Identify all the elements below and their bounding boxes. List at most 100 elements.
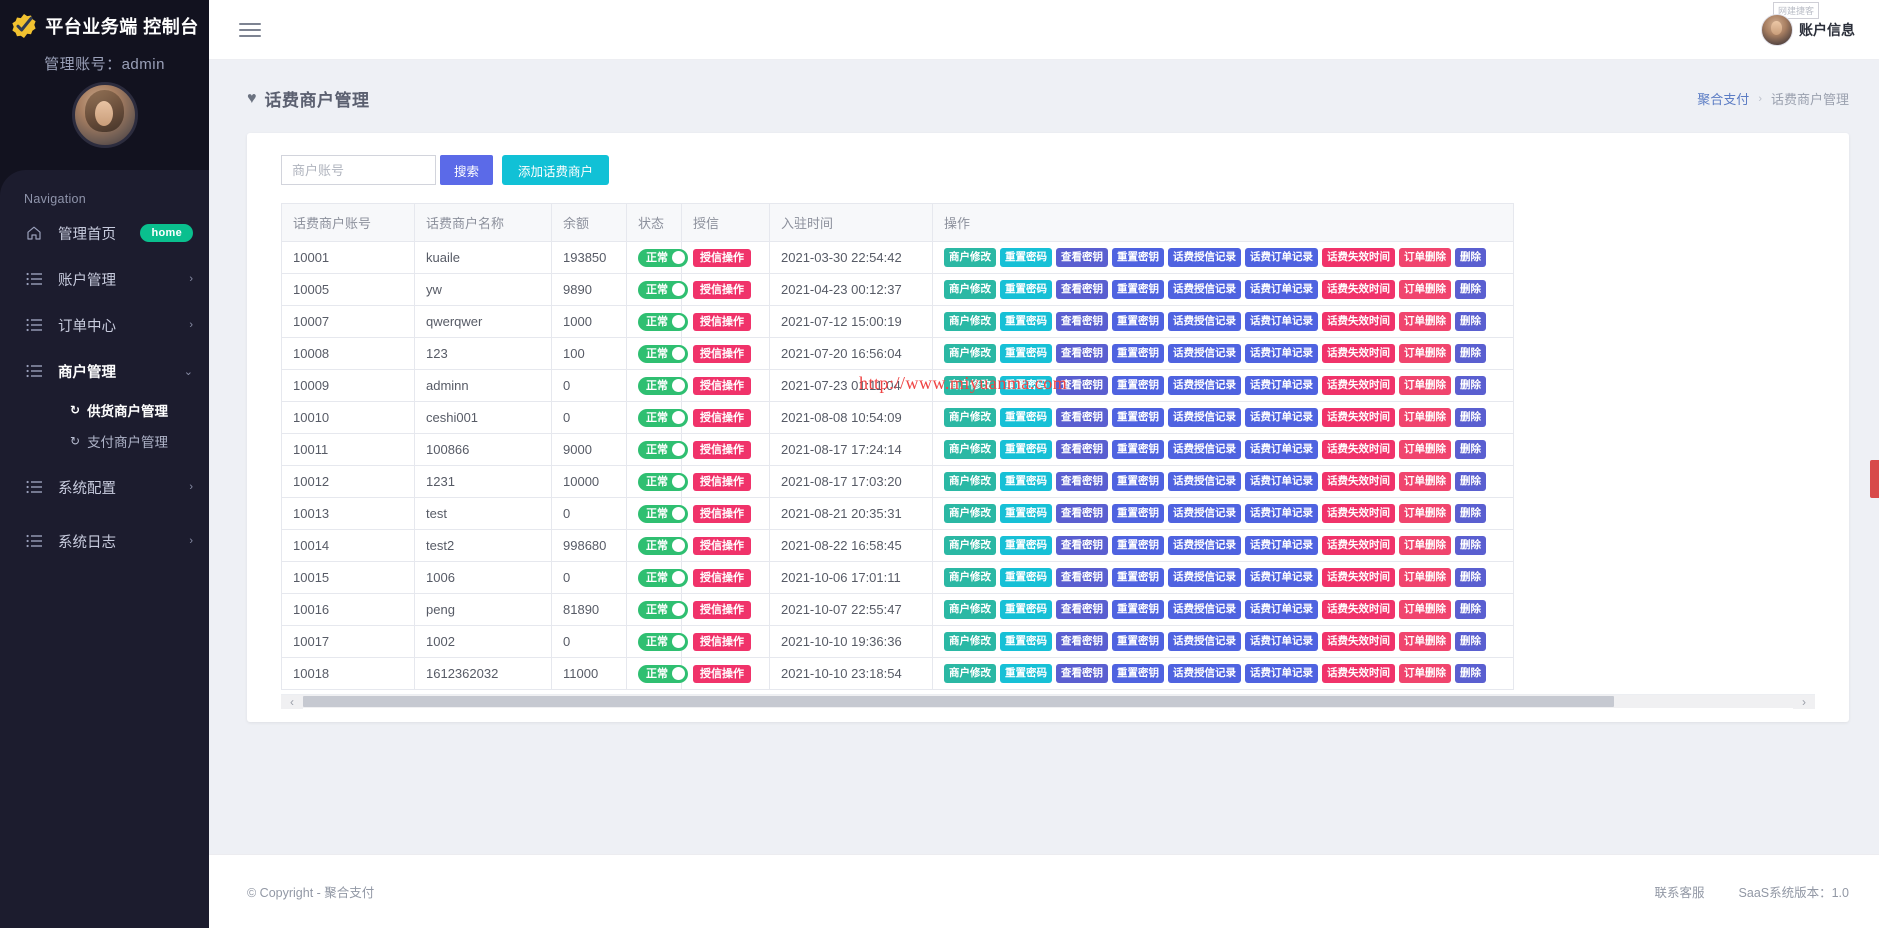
action-button[interactable]: 重置密钥 — [1112, 536, 1164, 555]
action-button[interactable]: 话费失效时间 — [1322, 536, 1395, 555]
action-button[interactable]: 订单删除 — [1399, 664, 1451, 683]
credit-action-button[interactable]: 授信操作 — [693, 280, 751, 299]
action-button[interactable]: 删除 — [1455, 312, 1486, 331]
credit-action-button[interactable]: 授信操作 — [693, 536, 751, 555]
action-button[interactable]: 订单删除 — [1399, 440, 1451, 459]
action-button[interactable]: 商户修改 — [944, 280, 996, 299]
action-button[interactable]: 删除 — [1455, 600, 1486, 619]
credit-action-button[interactable]: 授信操作 — [693, 600, 751, 619]
action-button[interactable]: 删除 — [1455, 472, 1486, 491]
action-button[interactable]: 重置密码 — [1000, 312, 1052, 331]
action-button[interactable]: 话费失效时间 — [1322, 664, 1395, 683]
action-button[interactable]: 商户修改 — [944, 408, 996, 427]
action-button[interactable]: 话费订单记录 — [1245, 472, 1318, 491]
status-badge[interactable]: 正常 — [638, 632, 688, 651]
action-button[interactable]: 订单删除 — [1399, 600, 1451, 619]
action-button[interactable]: 话费授信记录 — [1168, 472, 1241, 491]
action-button[interactable]: 重置密码 — [1000, 568, 1052, 587]
action-button[interactable]: 话费授信记录 — [1168, 408, 1241, 427]
action-button[interactable]: 商户修改 — [944, 664, 996, 683]
action-button[interactable]: 话费订单记录 — [1245, 600, 1318, 619]
action-button[interactable]: 删除 — [1455, 504, 1486, 523]
action-button[interactable]: 重置密钥 — [1112, 440, 1164, 459]
action-button[interactable]: 重置密钥 — [1112, 312, 1164, 331]
action-button[interactable]: 商户修改 — [944, 504, 996, 523]
action-button[interactable]: 话费授信记录 — [1168, 312, 1241, 331]
status-badge[interactable]: 正常 — [638, 280, 688, 299]
search-button[interactable]: 搜索 — [440, 155, 494, 185]
action-button[interactable]: 删除 — [1455, 408, 1486, 427]
status-badge[interactable]: 正常 — [638, 504, 688, 523]
action-button[interactable]: 话费授信记录 — [1168, 376, 1241, 395]
action-button[interactable]: 查看密钥 — [1056, 536, 1108, 555]
action-button[interactable]: 话费授信记录 — [1168, 568, 1241, 587]
action-button[interactable]: 话费失效时间 — [1322, 376, 1395, 395]
action-button[interactable]: 商户修改 — [944, 440, 996, 459]
scroll-right-arrow-icon[interactable]: › — [1793, 694, 1815, 709]
action-button[interactable]: 商户修改 — [944, 536, 996, 555]
action-button[interactable]: 商户修改 — [944, 376, 996, 395]
action-button[interactable]: 重置密钥 — [1112, 504, 1164, 523]
action-button[interactable]: 重置密码 — [1000, 632, 1052, 651]
action-button[interactable]: 话费订单记录 — [1245, 280, 1318, 299]
scroll-left-arrow-icon[interactable]: ‹ — [281, 694, 303, 709]
action-button[interactable]: 重置密钥 — [1112, 472, 1164, 491]
action-button[interactable]: 重置密码 — [1000, 344, 1052, 363]
action-button[interactable]: 话费失效时间 — [1322, 408, 1395, 427]
credit-action-button[interactable]: 授信操作 — [693, 248, 751, 267]
action-button[interactable]: 商户修改 — [944, 568, 996, 587]
action-button[interactable]: 查看密钥 — [1056, 248, 1108, 267]
action-button[interactable]: 话费订单记录 — [1245, 312, 1318, 331]
action-button[interactable]: 删除 — [1455, 280, 1486, 299]
action-button[interactable]: 订单删除 — [1399, 248, 1451, 267]
action-button[interactable]: 话费订单记录 — [1245, 504, 1318, 523]
action-button[interactable]: 话费授信记录 — [1168, 440, 1241, 459]
action-button[interactable]: 话费失效时间 — [1322, 312, 1395, 331]
horizontal-scrollbar[interactable]: ‹ › — [281, 694, 1815, 709]
action-button[interactable]: 删除 — [1455, 440, 1486, 459]
action-button[interactable]: 话费授信记录 — [1168, 664, 1241, 683]
credit-action-button[interactable]: 授信操作 — [693, 568, 751, 587]
action-button[interactable]: 重置密码 — [1000, 408, 1052, 427]
status-badge[interactable]: 正常 — [638, 376, 688, 395]
status-badge[interactable]: 正常 — [638, 536, 688, 555]
action-button[interactable]: 重置密钥 — [1112, 600, 1164, 619]
action-button[interactable]: 话费订单记录 — [1245, 664, 1318, 683]
action-button[interactable]: 话费订单记录 — [1245, 440, 1318, 459]
action-button[interactable]: 话费失效时间 — [1322, 632, 1395, 651]
action-button[interactable]: 重置密码 — [1000, 376, 1052, 395]
status-badge[interactable]: 正常 — [638, 472, 688, 491]
action-button[interactable]: 查看密钥 — [1056, 600, 1108, 619]
action-button[interactable]: 话费订单记录 — [1245, 344, 1318, 363]
action-button[interactable]: 查看密钥 — [1056, 664, 1108, 683]
action-button[interactable]: 查看密钥 — [1056, 568, 1108, 587]
credit-action-button[interactable]: 授信操作 — [693, 664, 751, 683]
sidebar-item-home[interactable]: 管理首页 home — [0, 210, 209, 256]
action-button[interactable]: 重置密码 — [1000, 664, 1052, 683]
status-badge[interactable]: 正常 — [638, 568, 688, 587]
action-button[interactable]: 话费失效时间 — [1322, 280, 1395, 299]
status-badge[interactable]: 正常 — [638, 600, 688, 619]
action-button[interactable]: 删除 — [1455, 536, 1486, 555]
action-button[interactable]: 查看密钥 — [1056, 344, 1108, 363]
action-button[interactable]: 话费订单记录 — [1245, 376, 1318, 395]
action-button[interactable]: 重置密钥 — [1112, 376, 1164, 395]
action-button[interactable]: 订单删除 — [1399, 312, 1451, 331]
action-button[interactable]: 话费失效时间 — [1322, 504, 1395, 523]
action-button[interactable]: 重置密码 — [1000, 248, 1052, 267]
action-button[interactable]: 订单删除 — [1399, 408, 1451, 427]
action-button[interactable]: 话费订单记录 — [1245, 632, 1318, 651]
action-button[interactable]: 查看密钥 — [1056, 376, 1108, 395]
action-button[interactable]: 商户修改 — [944, 472, 996, 491]
action-button[interactable]: 查看密钥 — [1056, 472, 1108, 491]
action-button[interactable]: 重置密码 — [1000, 440, 1052, 459]
action-button[interactable]: 订单删除 — [1399, 632, 1451, 651]
sidebar-item-system-config[interactable]: 系统配置 › — [0, 464, 209, 510]
sidebar-subitem-supply-merchant[interactable]: ↻ 供货商户管理 — [0, 394, 209, 425]
action-button[interactable]: 话费授信记录 — [1168, 504, 1241, 523]
action-button[interactable]: 删除 — [1455, 248, 1486, 267]
action-button[interactable]: 查看密钥 — [1056, 632, 1108, 651]
action-button[interactable]: 查看密钥 — [1056, 312, 1108, 331]
action-button[interactable]: 重置密钥 — [1112, 632, 1164, 651]
credit-action-button[interactable]: 授信操作 — [693, 632, 751, 651]
